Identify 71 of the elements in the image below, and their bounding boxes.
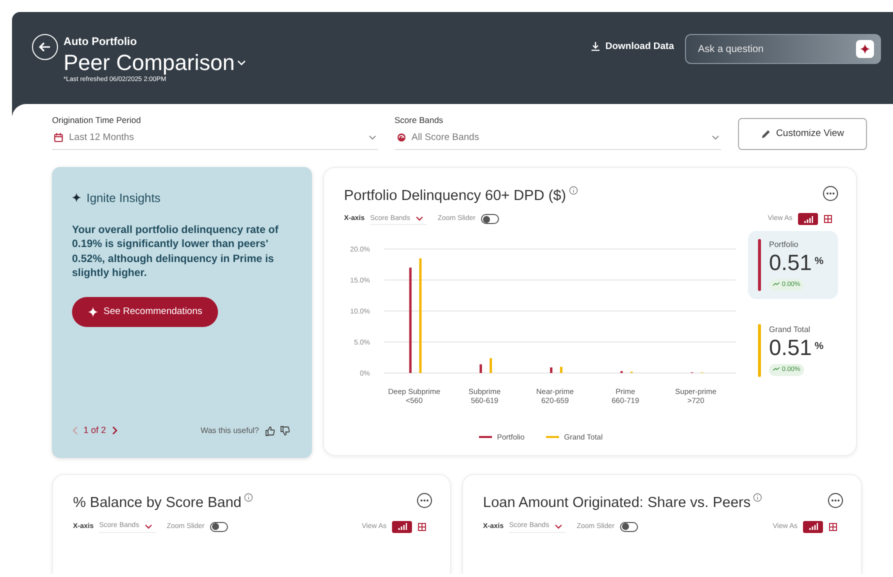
trend-up-icon [773, 282, 780, 286]
download-icon [590, 42, 600, 52]
stat-value: 0.51 [769, 250, 812, 275]
chevron-down-icon [237, 60, 246, 66]
filter-label: Origination Time Period [52, 114, 142, 127]
bar [490, 358, 492, 373]
insight-text: Your overall portfolio delinquency rate of 0.19% is significantly lower than peers' 0.52%, although delinquency in Prime is slightly higher. [72, 222, 280, 281]
stat-unit: % [814, 254, 824, 268]
table-icon [418, 522, 426, 531]
toggle-switch[interactable] [620, 522, 638, 532]
breadcrumb: Auto Portfolio [64, 35, 138, 50]
page-title-dropdown[interactable]: Peer Comparison [64, 50, 246, 75]
stat-value: 0.51 [769, 336, 812, 360]
calendar-icon [54, 133, 63, 142]
insights-title: Ignite Insights [86, 190, 161, 206]
bar-view-button[interactable] [803, 520, 823, 533]
chart-title: Loan Amount Originated: Share vs. Peers [483, 494, 751, 513]
filter-dropdown[interactable]: All Score Bands [394, 126, 720, 150]
ellipsis-icon [420, 499, 429, 502]
chart-title: Portfolio Delinquency 60+ DPD ($) [344, 186, 566, 206]
thumbs-up-icon[interactable] [264, 426, 274, 436]
more-options-button[interactable] [828, 493, 843, 508]
more-options-button[interactable] [823, 186, 838, 200]
sparkle-icon [860, 44, 870, 54]
filter-dropdown[interactable]: Last 12 Months [52, 126, 378, 150]
chevron-down-icon [712, 135, 718, 140]
bar-view-button[interactable] [392, 520, 412, 533]
feedback-prompt: Was this useful? [200, 424, 259, 437]
arrow-left-icon [38, 40, 52, 54]
back-button[interactable] [32, 34, 58, 60]
chevron-down-icon [144, 524, 152, 529]
ask-question-field[interactable]: Ask a question [685, 34, 881, 64]
pager-text: 1 of 2 [84, 424, 106, 437]
sparkle-button[interactable] [856, 40, 874, 58]
filter-label: Score Bands [394, 114, 444, 127]
bar-chart-icon [804, 216, 812, 223]
sparkle-icon [72, 193, 81, 202]
bar-chart-icon [808, 523, 818, 530]
table-icon [829, 522, 837, 531]
more-options-button[interactable] [417, 493, 432, 508]
bar [620, 370, 623, 373]
bar [550, 367, 552, 373]
chevron-right-icon[interactable] [112, 426, 118, 436]
chevron-down-icon [554, 524, 562, 529]
info-icon[interactable] [568, 186, 578, 194]
ellipsis-icon [826, 192, 835, 194]
info-icon[interactable] [244, 493, 254, 502]
chevron-down-icon [369, 135, 376, 140]
customize-view-button[interactable]: Customize View [738, 118, 867, 150]
thumbs-down-icon[interactable] [280, 426, 290, 436]
trend-up-icon [773, 367, 780, 372]
stat-label: Portfolio [769, 238, 800, 251]
stat-label: Grand Total [769, 324, 812, 336]
download-data-link[interactable]: Download Data [590, 40, 674, 54]
chart-title: % Balance by Score Band [73, 494, 242, 513]
ellipsis-icon [831, 499, 840, 502]
ask-question-input[interactable]: Ask a question [696, 40, 856, 58]
bar-chart-icon [398, 523, 406, 530]
bar [480, 364, 482, 373]
table-icon [824, 215, 832, 224]
toggle-switch[interactable] [480, 214, 499, 224]
gauge-icon [396, 133, 406, 142]
bar-view-button[interactable] [798, 213, 818, 226]
chevron-down-icon [416, 216, 423, 222]
sparkle-icon [88, 307, 98, 318]
info-icon[interactable] [753, 493, 762, 502]
toggle-switch[interactable] [210, 522, 228, 532]
see-recommendations-button[interactable]: See Recommendations [72, 296, 218, 328]
bar [560, 366, 562, 373]
stat-unit: % [814, 340, 824, 354]
pencil-icon [760, 128, 771, 139]
